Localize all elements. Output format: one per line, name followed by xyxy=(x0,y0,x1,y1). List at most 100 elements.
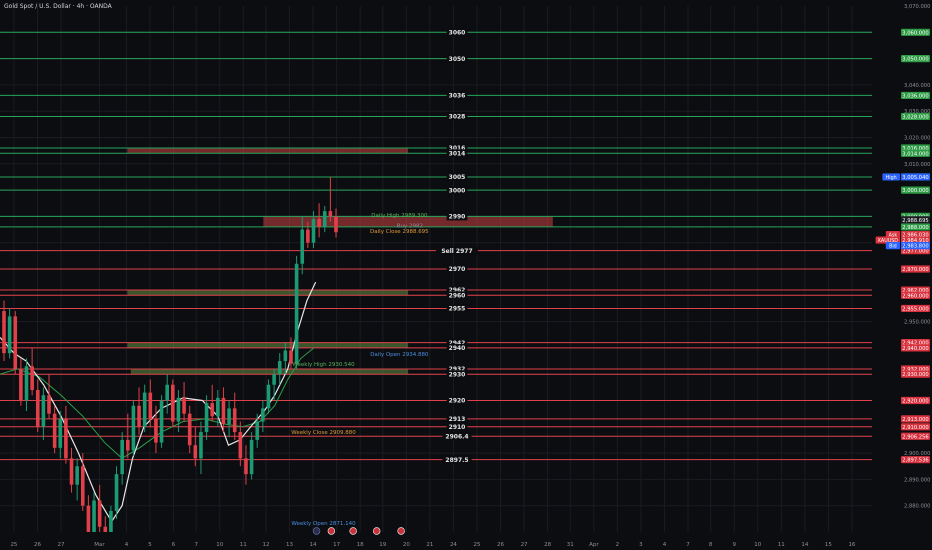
price-tag-1: 2,988.695 xyxy=(902,218,928,224)
candle-body-39 xyxy=(221,397,226,425)
time-tick-33: 14 xyxy=(801,542,808,548)
price-chart[interactable]: 306030503036302830163014300530002990Sell… xyxy=(0,0,932,550)
price-side-0: High xyxy=(886,175,897,181)
event-icon-4 xyxy=(397,527,405,535)
time-tick-30: 9 xyxy=(732,542,736,548)
level-label-13: 2960 xyxy=(449,293,466,300)
annotation-5: Weekly Close 2909.880 xyxy=(291,430,356,436)
time-tick-1: 26 xyxy=(34,542,41,548)
candle-body-47 xyxy=(266,384,271,409)
time-tick-26: 3 xyxy=(639,542,643,548)
candle-body-11 xyxy=(64,418,68,459)
level-label-14: 2955 xyxy=(449,306,466,313)
candle-body-20 xyxy=(114,474,119,511)
chart-background xyxy=(0,0,932,550)
level-label-3: 3028 xyxy=(449,114,466,121)
candle-body-37 xyxy=(210,403,215,417)
level-label-22: 2906.4 xyxy=(445,433,468,440)
candle-body-59 xyxy=(334,216,338,233)
candle-body-54 xyxy=(306,229,310,243)
level-tag-11: 2,970.000 xyxy=(902,267,928,273)
candle-body-42 xyxy=(238,432,243,459)
time-tick-14: 18 xyxy=(357,542,364,548)
time-tick-25: 2 xyxy=(616,542,620,548)
time-tick-12: 14 xyxy=(310,542,317,548)
event-icon-0 xyxy=(312,527,321,535)
candle-body-40 xyxy=(227,408,231,425)
level-tag-21: 2,910.000 xyxy=(902,425,928,431)
level-tag-7: 3,000.000 xyxy=(902,188,928,194)
level-tag-18: 2,930.000 xyxy=(902,372,928,378)
level-label-10: Sell 2977 xyxy=(441,248,472,255)
candle-body-53 xyxy=(300,229,305,264)
price-tag-4: 2,983.800 xyxy=(902,244,928,250)
level-tag-1: 3,050.000 xyxy=(902,57,928,63)
price-side-4: Bid xyxy=(889,244,897,250)
candle-body-55 xyxy=(311,219,316,243)
candle-body-6 xyxy=(35,389,40,427)
time-tick-10: 12 xyxy=(262,542,269,548)
level-label-21: 2910 xyxy=(449,424,466,431)
candle-body-2 xyxy=(13,316,18,369)
price-tick-7: 2,890.000 xyxy=(904,477,930,483)
candle-body-38 xyxy=(216,397,220,417)
candle-body-8 xyxy=(47,395,51,414)
time-tick-35: 16 xyxy=(848,542,855,548)
level-label-11: 2970 xyxy=(449,266,466,273)
candle-body-29 xyxy=(165,384,169,401)
level-tag-22: 2,906.256 xyxy=(902,434,928,440)
candle-body-1 xyxy=(7,316,12,354)
candle-body-23 xyxy=(131,405,136,451)
candle-body-56 xyxy=(317,219,321,227)
time-tick-19: 25 xyxy=(473,542,480,548)
candle-body-28 xyxy=(159,400,164,443)
event-icon-3 xyxy=(373,527,381,535)
candle-body-12 xyxy=(69,458,74,485)
level-label-18: 2930 xyxy=(449,371,466,378)
time-tick-13: 17 xyxy=(333,542,340,548)
time-tick-3: Mar xyxy=(94,542,105,548)
time-tick-4: 4 xyxy=(125,542,129,548)
time-tick-18: 24 xyxy=(450,542,457,548)
time-tick-8: 10 xyxy=(216,542,223,548)
chart-root: 3060 3050 3036 3028 3016 3014 3005 3000 2990 Sell… xyxy=(0,0,932,550)
annotation-0: Daily High 2989.300 xyxy=(371,213,428,219)
time-tick-0: 25 xyxy=(10,542,17,548)
price-tick-1: 3,040.000 xyxy=(904,83,930,89)
price-tick-4: 3,010.000 xyxy=(904,162,930,168)
level-tag-3: 3,028.000 xyxy=(902,114,928,120)
level-tag-16: 2,940.000 xyxy=(902,346,928,352)
candle-body-46 xyxy=(261,408,265,422)
candle-body-10 xyxy=(58,418,63,448)
candle-body-17 xyxy=(97,500,102,527)
candle-body-33 xyxy=(187,413,192,446)
annotation-2: Daily Close 2988.695 xyxy=(370,229,429,235)
candle-body-13 xyxy=(75,466,79,485)
candle-body-22 xyxy=(125,439,130,451)
level-label-1: 3050 xyxy=(449,56,466,63)
candle-body-26 xyxy=(148,392,153,419)
candle-body-4 xyxy=(24,366,29,401)
candle-body-3 xyxy=(19,368,23,401)
time-tick-23: 31 xyxy=(567,542,574,548)
candle-body-36 xyxy=(204,403,209,433)
time-axis[interactable]: 25 26 27 Mar 4 5 6 7 10 11 12 13 14 17 18 19 20 21 24 25 26 2… xyxy=(0,532,872,550)
candle-body-16 xyxy=(92,500,96,532)
candle-body-57 xyxy=(322,211,327,227)
price-tag-0: 3,005.040 xyxy=(902,175,928,181)
price-axis[interactable]: 3,070.0003,040.0003,030.0003,020.0003,01… xyxy=(872,0,932,550)
time-tick-31: 10 xyxy=(754,542,761,548)
candle-body-27 xyxy=(154,418,158,443)
candle-body-43 xyxy=(244,458,248,475)
time-tick-21: 27 xyxy=(521,542,528,548)
level-label-20: 2913 xyxy=(449,416,466,423)
level-label-6: 3005 xyxy=(449,174,466,181)
time-axis-bg xyxy=(0,532,872,550)
zone-4 xyxy=(130,368,409,375)
candle-body-9 xyxy=(52,413,57,448)
time-tick-28: 7 xyxy=(686,542,690,548)
candle-body-14 xyxy=(80,466,85,506)
time-tick-2: 27 xyxy=(58,542,65,548)
time-tick-6: 6 xyxy=(172,542,176,548)
time-tick-32: 11 xyxy=(778,542,785,548)
